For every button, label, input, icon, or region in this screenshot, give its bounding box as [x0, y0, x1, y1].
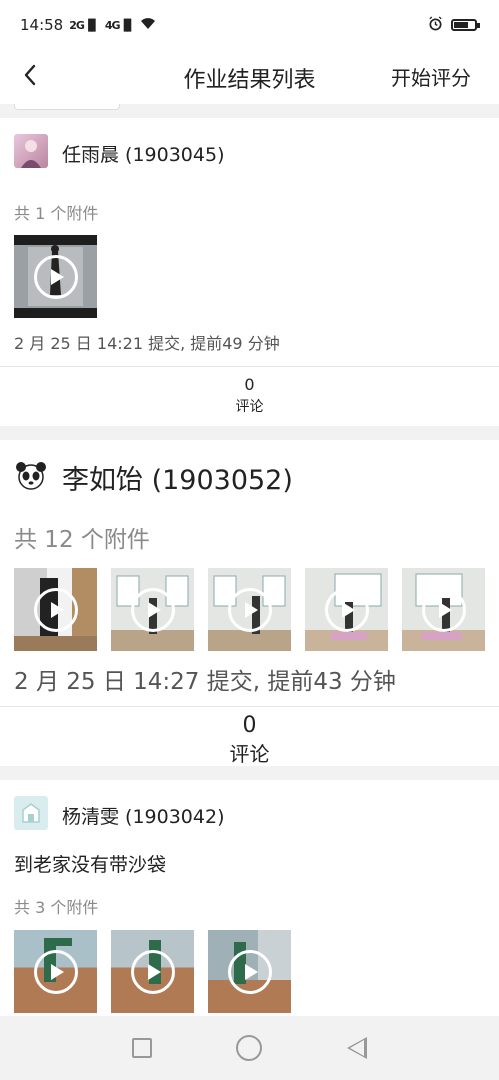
list-item-stub	[14, 104, 120, 110]
attachment-count: 共 3 个附件	[14, 898, 99, 917]
play-icon	[130, 949, 175, 994]
video-thumbnail[interactable]	[111, 930, 194, 1013]
alarm-icon	[428, 15, 443, 35]
avatar[interactable]	[14, 458, 48, 492]
play-icon	[227, 587, 272, 632]
video-thumbnail[interactable]	[208, 568, 291, 651]
play-icon	[130, 587, 175, 632]
clock: 14:58	[20, 16, 64, 34]
student-name[interactable]: 任雨晨 (1903045)	[62, 140, 224, 167]
submit-time: 2 月 25 日 14:21 提交, 提前49 分钟	[14, 334, 280, 353]
back-button[interactable]	[12, 59, 48, 95]
comment-count: 0	[244, 375, 255, 394]
attachment-count: 共 1 个附件	[14, 204, 99, 223]
comment-label: 评论	[235, 399, 264, 415]
play-icon	[227, 949, 272, 994]
play-icon	[33, 254, 78, 299]
chevron-left-icon	[23, 64, 37, 90]
submission-card: 李如饴 (1903052) 共 12 个附件 2 月 25 日 14:27 提交…	[0, 440, 499, 766]
video-thumbnail[interactable]	[402, 568, 485, 651]
play-icon	[421, 587, 466, 632]
triangle-icon[interactable]	[346, 1037, 367, 1059]
signal-icon: 2G▐▌	[69, 18, 100, 32]
comment-button[interactable]: 0 评论	[0, 706, 499, 766]
submit-time: 2 月 25 日 14:27 提交, 提前43 分钟	[14, 669, 396, 695]
comment-button[interactable]: 0 评论	[0, 366, 499, 426]
avatar[interactable]	[14, 796, 48, 830]
submission-card: 任雨晨 (1903045) 共 1 个附件 2 月 25 日 14:21 提交,…	[0, 118, 499, 426]
submission-list[interactable]: 任雨晨 (1903045) 共 1 个附件 2 月 25 日 14:21 提交,…	[0, 104, 499, 1016]
video-thumbnail[interactable]	[14, 930, 97, 1013]
status-bar: 14:58 2G▐▌ 4G▐▌	[0, 0, 499, 50]
submission-card: 杨清雯 (1903042) 到老家没有带沙袋 共 3 个附件	[0, 780, 499, 1016]
video-thumbnail[interactable]	[14, 235, 97, 318]
student-name[interactable]: 李如饴 (1903052)	[62, 458, 293, 497]
header-bar: 作业结果列表 开始评分	[0, 50, 499, 104]
circle-icon[interactable]	[236, 1035, 263, 1061]
video-thumbnail[interactable]	[305, 568, 388, 651]
wifi-icon	[140, 16, 156, 34]
video-thumbnail[interactable]	[14, 568, 97, 651]
start-grading-button[interactable]: 开始评分	[391, 62, 471, 91]
submission-note: 到老家没有带沙袋	[14, 854, 167, 876]
play-icon	[33, 949, 78, 994]
attachment-count: 共 12 个附件	[14, 527, 150, 553]
play-icon	[33, 587, 78, 632]
video-thumbnail[interactable]	[111, 568, 194, 651]
square-icon[interactable]	[132, 1038, 153, 1058]
avatar[interactable]	[14, 134, 48, 168]
comment-label: 评论	[229, 742, 270, 766]
comment-count: 0	[242, 713, 257, 738]
signal-icon-2: 4G▐▌	[104, 18, 136, 32]
battery-icon	[451, 19, 480, 31]
student-name[interactable]: 杨清雯 (1903042)	[62, 802, 224, 829]
play-icon	[324, 587, 369, 632]
system-nav-bar	[0, 1016, 499, 1080]
video-thumbnail[interactable]	[208, 930, 291, 1013]
